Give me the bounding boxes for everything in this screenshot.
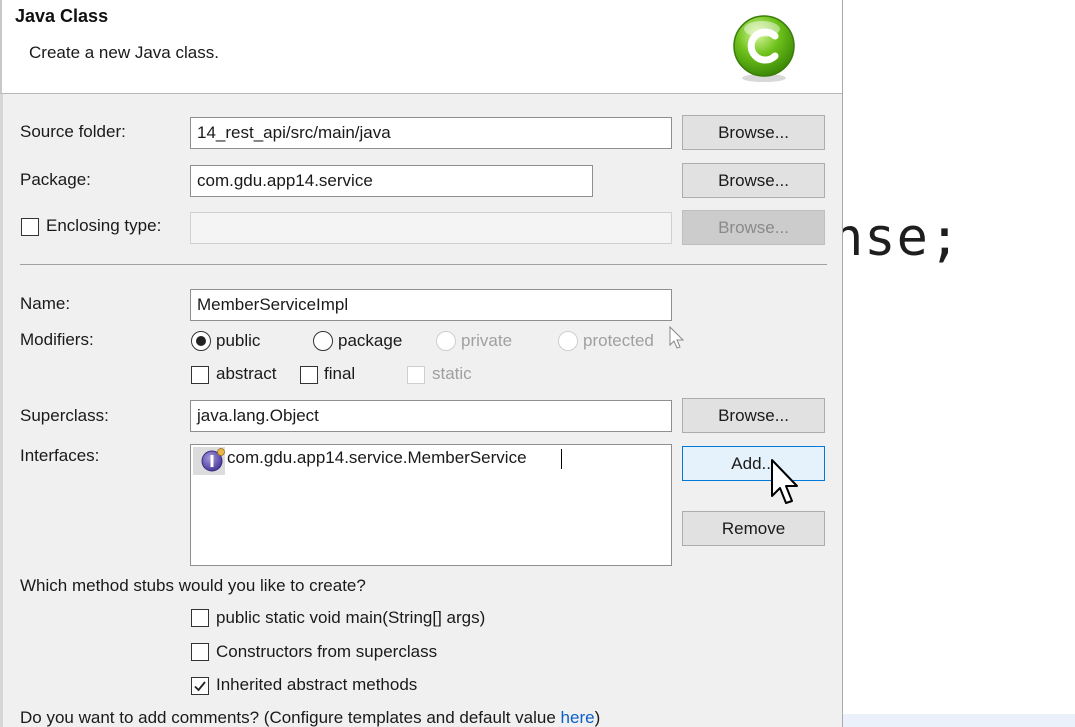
comments-question: Do you want to add comments? (Configure … bbox=[20, 708, 600, 727]
package-label: Package: bbox=[20, 170, 91, 189]
method-stubs-question: Which method stubs would you like to cre… bbox=[20, 576, 366, 595]
enclosing-type-input bbox=[190, 212, 672, 244]
package-input[interactable]: com.gdu.app14.service bbox=[190, 165, 593, 197]
interface-item[interactable]: com.gdu.app14.service.MemberService bbox=[227, 448, 527, 468]
configure-templates-link[interactable]: here bbox=[561, 708, 595, 727]
java-class-icon bbox=[733, 15, 795, 82]
superclass-label: Superclass: bbox=[20, 406, 109, 425]
check-icon bbox=[194, 681, 206, 692]
separator bbox=[20, 264, 827, 265]
enclosing-type-checkbox[interactable] bbox=[21, 218, 39, 236]
modifier-private-radio bbox=[436, 331, 456, 351]
modifier-public-label: public bbox=[216, 331, 261, 350]
modifier-abstract-checkbox[interactable] bbox=[191, 366, 209, 384]
modifier-final-label: final bbox=[324, 364, 356, 383]
modifier-static-label: static bbox=[432, 364, 472, 383]
source-folder-browse-button[interactable]: Browse... bbox=[682, 115, 825, 150]
modifier-abstract-label: abstract bbox=[216, 364, 277, 383]
source-folder-input[interactable]: 14_rest_api/src/main/java bbox=[190, 117, 672, 149]
interface-icon bbox=[201, 448, 225, 472]
modifier-package-label: package bbox=[338, 331, 403, 350]
mouse-cursor-ghost-icon bbox=[669, 326, 685, 349]
enclosing-type-browse-button: Browse... bbox=[682, 210, 825, 245]
comments-question-suffix: ) bbox=[594, 708, 601, 727]
editor-code-fragment: nse; bbox=[832, 208, 962, 268]
name-label: Name: bbox=[20, 294, 71, 313]
inherited-methods-label: Inherited abstract methods bbox=[216, 675, 418, 694]
text-caret bbox=[561, 449, 562, 469]
modifier-static-checkbox bbox=[407, 366, 425, 384]
modifier-final-checkbox[interactable] bbox=[300, 366, 318, 384]
constructors-checkbox[interactable] bbox=[191, 643, 209, 661]
dialog-banner: Java Class Create a new Java class. bbox=[0, 0, 842, 94]
enclosing-type-label: Enclosing type: bbox=[46, 216, 162, 235]
main-method-label: public static void main(String[] args) bbox=[216, 608, 486, 627]
source-folder-label: Source folder: bbox=[20, 122, 126, 141]
main-method-checkbox[interactable] bbox=[191, 609, 209, 627]
comments-question-text: Do you want to add comments? (Configure … bbox=[20, 708, 561, 727]
modifier-protected-label: protected bbox=[583, 331, 654, 350]
modifiers-label: Modifiers: bbox=[20, 330, 94, 349]
constructors-label: Constructors from superclass bbox=[216, 642, 438, 661]
dialog-description: Create a new Java class. bbox=[29, 43, 219, 62]
editor-status-strip bbox=[843, 714, 1075, 727]
add-interface-button[interactable]: Add... bbox=[682, 446, 825, 481]
modifier-protected-radio bbox=[558, 331, 578, 351]
name-input[interactable]: MemberServiceImpl bbox=[190, 289, 672, 321]
package-browse-button[interactable]: Browse... bbox=[682, 163, 825, 198]
superclass-browse-button[interactable]: Browse... bbox=[682, 398, 825, 433]
new-java-class-dialog: Java Class Create a new Java class. Sour… bbox=[0, 0, 843, 727]
remove-interface-button[interactable]: Remove bbox=[682, 511, 825, 546]
modifier-public-radio[interactable] bbox=[191, 331, 211, 351]
inherited-methods-checkbox[interactable] bbox=[191, 677, 209, 695]
interfaces-label: Interfaces: bbox=[20, 446, 100, 465]
modifier-private-label: private bbox=[461, 331, 513, 350]
dialog-title: Java Class bbox=[15, 6, 109, 26]
superclass-input[interactable]: java.lang.Object bbox=[190, 400, 672, 432]
modifier-package-radio[interactable] bbox=[313, 331, 333, 351]
editor-background bbox=[843, 0, 1075, 727]
dialog-edge bbox=[0, 94, 3, 727]
mouse-pointer-icon bbox=[771, 459, 798, 504]
